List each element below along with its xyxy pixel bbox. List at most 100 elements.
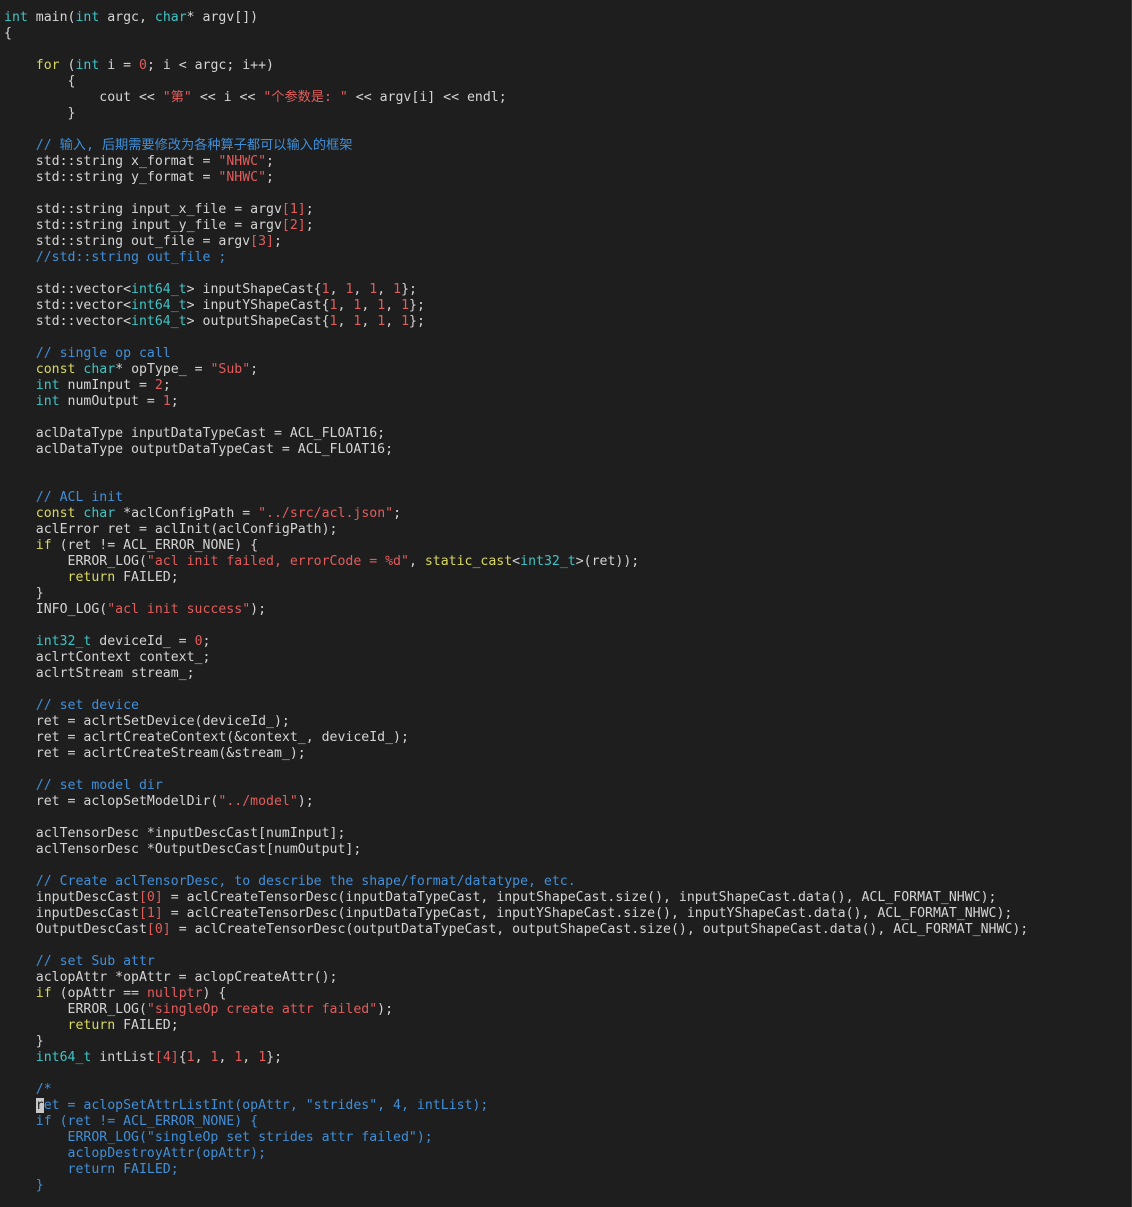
- code-token: ret = aclrtCreateStream(&stream_);: [4, 746, 306, 761]
- code-token: }: [4, 1178, 44, 1193]
- code-token: {: [178, 1050, 187, 1065]
- code-token: {: [4, 74, 76, 89]
- code-line: ret = aclopSetModelDir("../model");: [4, 794, 1028, 810]
- code-token: "acl init success": [107, 602, 251, 617]
- code-token: int64_t: [131, 298, 187, 313]
- code-token: 1: [377, 314, 386, 329]
- code-token: ;: [273, 234, 282, 249]
- code-token: [0]: [146, 922, 171, 937]
- code-line: if (ret != ACL_ERROR_NONE) {: [4, 538, 1028, 554]
- code-token: ret = aclrtCreateContext(&context_, devi…: [4, 730, 409, 745]
- code-token: inputDescCast: [4, 906, 139, 921]
- code-token: [0]: [138, 890, 163, 905]
- code-line: int numOutput = 1;: [4, 394, 1028, 410]
- code-token: for: [35, 58, 60, 73]
- code-line: // set model dir: [4, 778, 1028, 794]
- code-line: }: [4, 1178, 1028, 1194]
- code-token: aclDataType outputDataTypeCast = ACL_FLO…: [4, 442, 394, 457]
- code-line: // set Sub attr: [4, 954, 1028, 970]
- code-token: /*: [35, 1082, 52, 1097]
- code-line: aclTensorDesc *inputDescCast[numInput];: [4, 826, 1028, 842]
- code-token: static_cast: [424, 554, 513, 569]
- code-token: int: [35, 394, 60, 409]
- code-token: // set model dir: [35, 778, 163, 793]
- code-line: int64_t intList[4]{1, 1, 1, 1};: [4, 1050, 1028, 1066]
- code-line: // set device: [4, 698, 1028, 714]
- code-token: }: [4, 586, 44, 601]
- code-line: OutputDescCast[0] = aclCreateTensorDesc(…: [4, 922, 1028, 938]
- code-line: const char *aclConfigPath = "../src/acl.…: [4, 506, 1028, 522]
- code-token: ,: [408, 554, 425, 569]
- code-token: );: [297, 794, 314, 809]
- code-line: std::string input_y_file = argv[2];: [4, 218, 1028, 234]
- code-token: char: [83, 506, 116, 521]
- code-line: ret = aclrtCreateStream(&stream_);: [4, 746, 1028, 762]
- code-token: "acl init failed, errorCode = %d": [146, 554, 409, 569]
- code-token: };: [409, 298, 425, 313]
- code-token: ,: [377, 282, 394, 297]
- code-token: ,: [337, 298, 354, 313]
- code-token: aclTensorDesc *OutputDescCast[numOutput]…: [4, 842, 362, 857]
- code-line: ret = aclrtSetDevice(deviceId_);: [4, 714, 1028, 730]
- code-line: for (int i = 0; i < argc; i++): [4, 58, 1028, 74]
- code-token: main(: [27, 10, 76, 25]
- code-token: ;: [162, 378, 171, 393]
- code-token: ,: [361, 314, 378, 329]
- code-line: // ACL init: [4, 490, 1028, 506]
- code-token: 1: [162, 394, 171, 409]
- code-token: int64_t: [131, 314, 187, 329]
- code-line: inputDescCast[0] = aclCreateTensorDesc(i…: [4, 890, 1028, 906]
- code-line: {: [4, 26, 1028, 42]
- code-token: "NHWC": [218, 154, 267, 169]
- code-token: int: [35, 378, 60, 393]
- code-token: };: [409, 314, 425, 329]
- code-token: "个参数是: ": [263, 90, 348, 105]
- code-token: int: [75, 10, 100, 25]
- code-token: };: [401, 282, 417, 297]
- code-line: if (ret != ACL_ERROR_NONE) {: [4, 1114, 1028, 1130]
- code-line: int numInput = 2;: [4, 378, 1028, 394]
- code-token: ; i < argc; i++): [146, 58, 275, 73]
- code-editor[interactable]: int main(int argc, char* argv[]){ for (i…: [0, 0, 1132, 1207]
- code-line: std::vector<int64_t> inputYShapeCast{1, …: [4, 298, 1028, 314]
- code-token: return FAILED;: [4, 1162, 179, 1177]
- code-token: deviceId_ =: [91, 634, 195, 649]
- code-text[interactable]: int main(int argc, char* argv[]){ for (i…: [4, 10, 1028, 1194]
- code-token: ;: [393, 506, 402, 521]
- code-line: std::vector<int64_t> inputShapeCast{1, 1…: [4, 282, 1028, 298]
- code-line: }: [4, 1034, 1028, 1050]
- code-line: /*: [4, 1082, 1028, 1098]
- code-line: inputDescCast[1] = aclCreateTensorDesc(i…: [4, 906, 1028, 922]
- code-line: aclDataType outputDataTypeCast = ACL_FLO…: [4, 442, 1028, 458]
- code-token: std::string input_y_file = argv: [4, 218, 282, 233]
- code-line: ret = aclopSetAttrListInt(opAttr, "strid…: [4, 1098, 1028, 1114]
- code-line: cout << "第" << i << "个参数是: " << argv[i] …: [4, 90, 1028, 106]
- code-token: ;: [305, 202, 314, 217]
- code-token: > inputShapeCast{: [186, 282, 322, 297]
- code-line: aclError ret = aclInit(aclConfigPath);: [4, 522, 1028, 538]
- code-token: if: [35, 538, 52, 553]
- code-token: argc,: [99, 10, 155, 25]
- code-token: numOutput =: [59, 394, 163, 409]
- code-token: int32_t: [520, 554, 576, 569]
- code-line: ERROR_LOG("singleOp create attr failed")…: [4, 1002, 1028, 1018]
- code-token: [1]: [281, 202, 306, 217]
- code-line: return FAILED;: [4, 570, 1028, 586]
- code-token: ,: [329, 282, 346, 297]
- code-token: 1: [377, 298, 386, 313]
- code-token: 1: [321, 282, 330, 297]
- code-token: "singleOp create attr failed": [146, 1002, 378, 1017]
- code-token: int32_t: [35, 634, 92, 649]
- code-token: std::vector<: [4, 298, 132, 313]
- code-line: // Create aclTensorDesc, to describe the…: [4, 874, 1028, 890]
- code-token: ERROR_LOG("singleOp set strides attr fai…: [4, 1130, 433, 1145]
